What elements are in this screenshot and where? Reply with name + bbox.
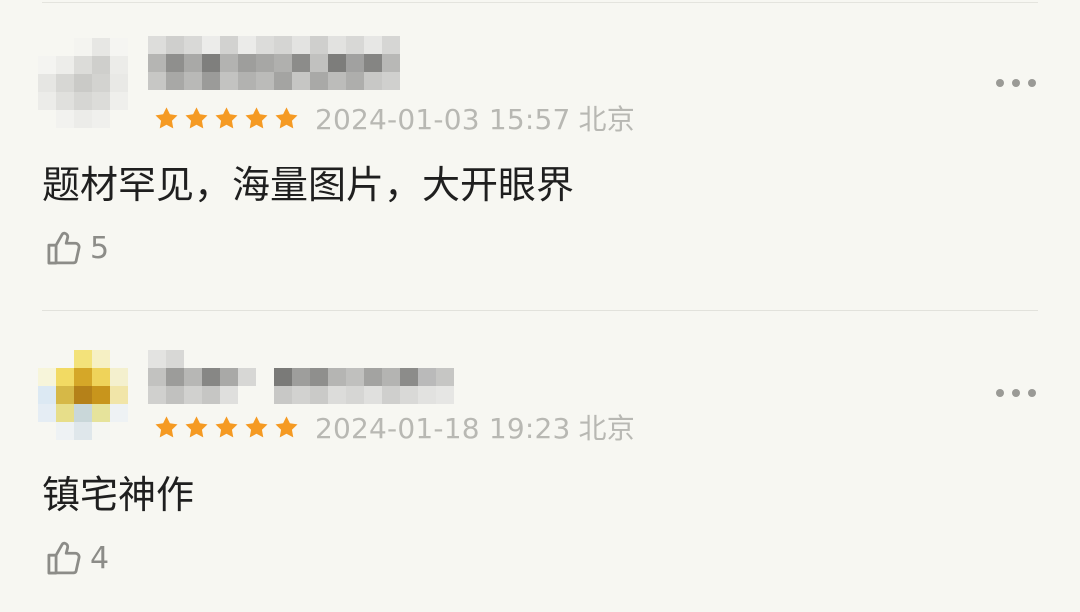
like-button[interactable]: 5 [44, 226, 109, 270]
review-item: 2024-01-18 19:23 北京 镇宅神作 4 [0, 310, 1080, 610]
avatar[interactable] [38, 350, 130, 442]
review-meta: 2024-01-18 19:23 北京 [315, 407, 635, 447]
like-count: 4 [90, 540, 110, 576]
star-icon [245, 106, 268, 128]
more-horizontal-icon [1028, 79, 1036, 87]
star-icon [245, 415, 268, 437]
star-icon [215, 106, 238, 128]
star-rating [152, 413, 301, 442]
more-horizontal-icon [996, 79, 1004, 87]
review-date: 2024-01-18 19:23 [315, 412, 571, 445]
username-blurred[interactable] [148, 36, 418, 106]
star-icon [185, 415, 208, 437]
like-count: 5 [90, 230, 110, 266]
star-icon [185, 106, 208, 128]
avatar[interactable] [38, 38, 130, 130]
review-location: 北京 [578, 412, 635, 445]
thumb-up-icon [47, 231, 81, 265]
star-icon [155, 415, 178, 437]
rating-row: 2024-01-03 15:57 北京 [152, 98, 635, 138]
more-options-button[interactable] [996, 382, 1036, 404]
review-meta: 2024-01-03 15:57 北京 [315, 98, 635, 138]
review-location: 北京 [578, 103, 635, 136]
rating-row: 2024-01-18 19:23 北京 [152, 407, 635, 447]
review-date: 2024-01-03 15:57 [315, 103, 571, 136]
username-blurred[interactable] [148, 350, 468, 408]
thumb-up-icon [47, 541, 81, 575]
review-text: 镇宅神作 [42, 473, 195, 517]
star-icon [275, 415, 298, 437]
star-icon [215, 415, 238, 437]
review-item: 2024-01-03 15:57 北京 题材罕见，海量图片，大开眼界 5 [0, 0, 1080, 311]
more-horizontal-icon [996, 389, 1004, 397]
like-button[interactable]: 4 [44, 536, 109, 580]
star-icon [155, 106, 178, 128]
more-horizontal-icon [1012, 389, 1020, 397]
more-horizontal-icon [1012, 79, 1020, 87]
star-rating [152, 104, 301, 133]
star-icon [275, 106, 298, 128]
more-horizontal-icon [1028, 389, 1036, 397]
more-options-button[interactable] [996, 72, 1036, 94]
review-text: 题材罕见，海量图片，大开眼界 [42, 163, 575, 207]
